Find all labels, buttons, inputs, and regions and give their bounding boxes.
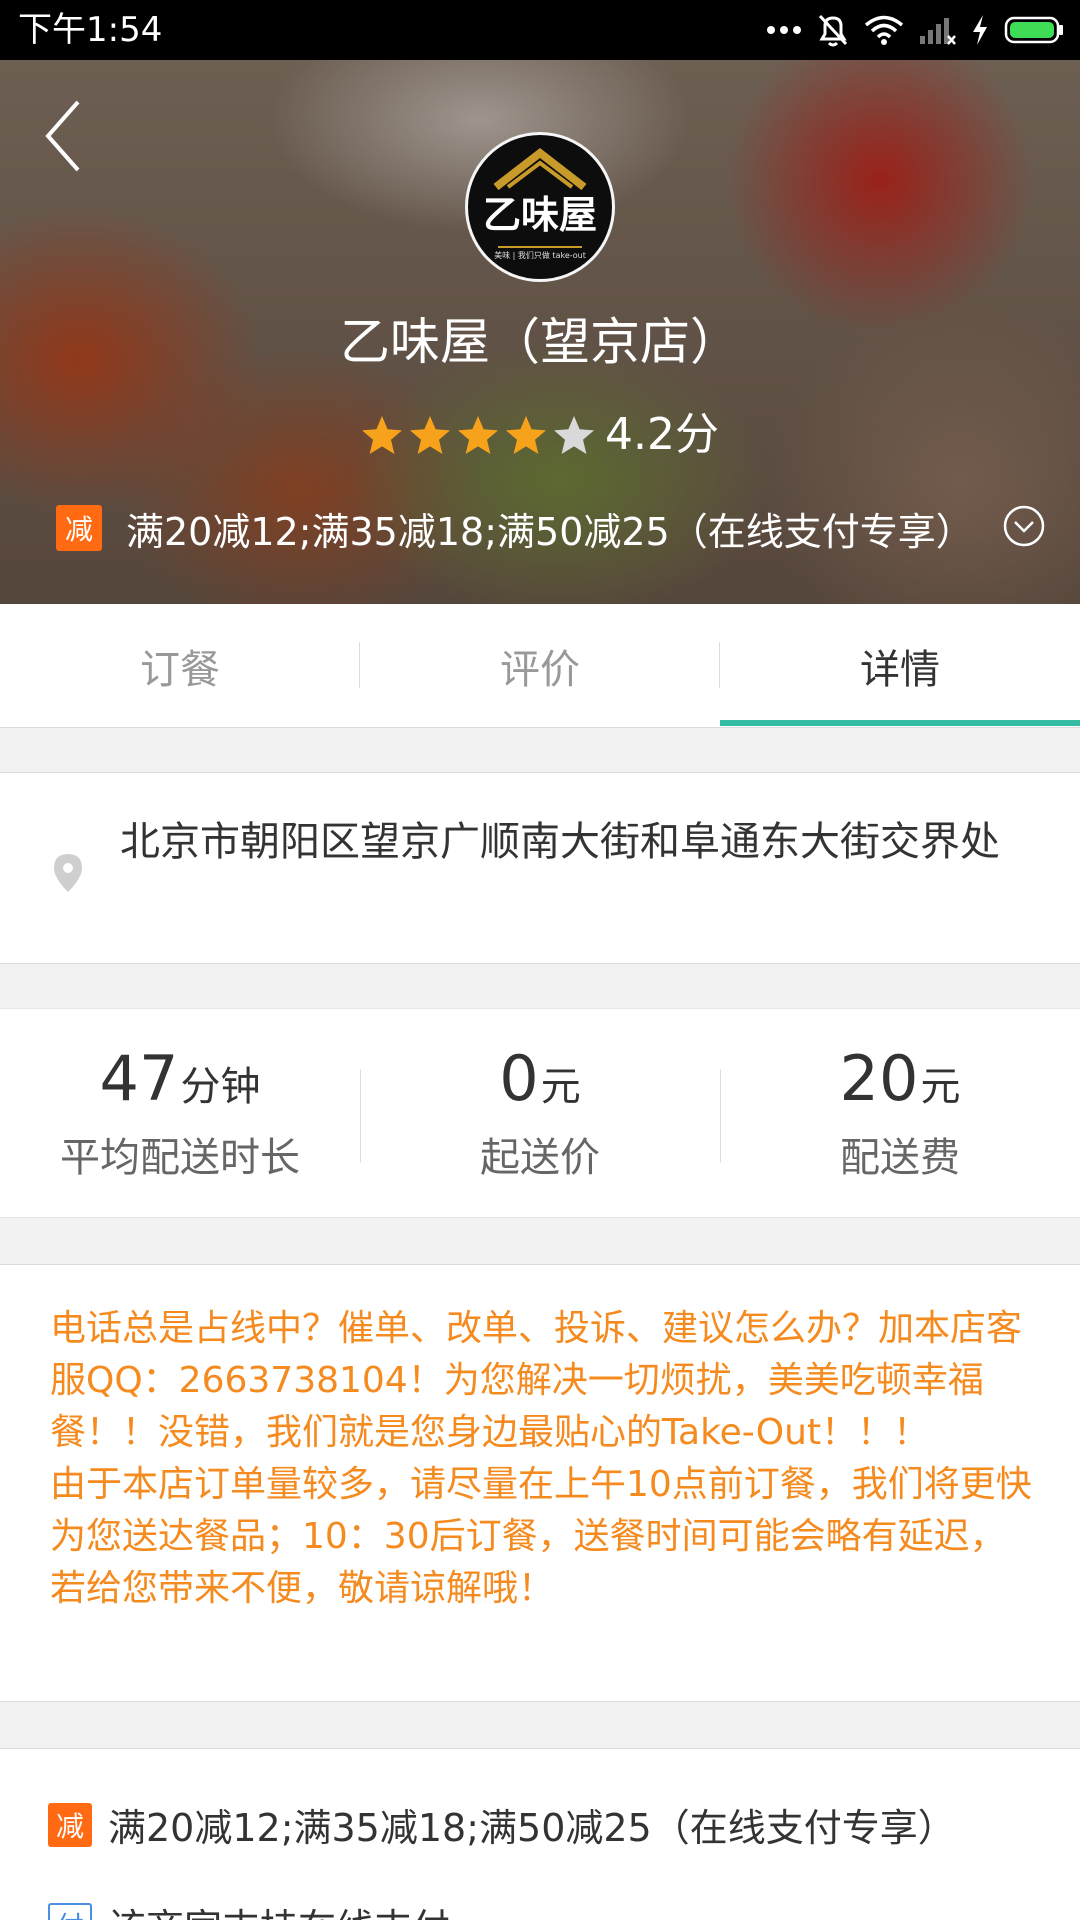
star-filled-icon	[506, 416, 546, 454]
stat-value: 47	[99, 1042, 179, 1115]
stat-value: 20	[839, 1042, 919, 1115]
stat-unit: 元	[540, 1064, 581, 1110]
stat-label: 平均配送时长	[60, 1135, 300, 1181]
activity-text: 该商家支持在线支付	[108, 1897, 450, 1920]
star-filled-icon	[410, 416, 450, 454]
stat-divider	[720, 1069, 721, 1163]
store-detail-page: 下午1:54 乙味屋 美味 | 我们只做 take-out 乙味屋（望京店） 4…	[0, 0, 1080, 1920]
store-name: 乙味屋（望京店）	[340, 313, 740, 371]
tab-bar: 订餐 评价 详情	[0, 604, 1080, 728]
battery-icon	[1004, 16, 1063, 44]
notice-text: 电话总是占线中？催单、改单、投诉、建议怎么办？加本店客服QQ：266373810…	[50, 1308, 1032, 1609]
address-card[interactable]: 北京市朝阳区望京广顺南大街和阜通东大街交界处	[0, 772, 1080, 964]
stat-divider	[360, 1069, 361, 1163]
delivery-stats: 47 分钟 平均配送时长 0 元 起送价 20 元 配送费	[0, 1008, 1080, 1218]
star-filled-icon	[362, 416, 402, 454]
more-dots-icon	[767, 26, 801, 34]
pay-badge: 付	[48, 1902, 92, 1920]
status-time: 下午1:54	[18, 10, 163, 50]
tab-order[interactable]: 订餐	[0, 604, 360, 727]
back-button[interactable]	[40, 96, 92, 176]
status-icons	[766, 10, 1064, 50]
location-pin-icon	[54, 854, 82, 892]
stat-unit: 元	[920, 1064, 961, 1110]
store-rating: 4.2分	[0, 410, 1080, 460]
tab-details[interactable]: 详情	[720, 604, 1080, 727]
status-bar: 下午1:54	[0, 0, 1080, 60]
star-empty-icon	[554, 416, 594, 454]
stat-delivery-fee: 20 元 配送费	[720, 1009, 1080, 1217]
active-tab-indicator	[720, 720, 1080, 726]
rating-score: 4.2分	[605, 409, 719, 460]
charging-icon	[973, 15, 987, 45]
tab-divider	[359, 642, 360, 688]
activity-discount: 减 满20减12;满35减18;满50减25（在线支付专享）	[48, 1797, 956, 1852]
star-filled-icon	[458, 416, 498, 454]
activity-text: 满20减12;满35减18;满50减25（在线支付专享）	[108, 1806, 956, 1850]
activity-online-payment: 付 该商家支持在线支付	[48, 1897, 450, 1920]
stat-unit: 分钟	[180, 1064, 261, 1110]
tab-divider	[719, 642, 720, 688]
chevron-down-icon[interactable]	[1002, 504, 1046, 548]
signal-icon	[920, 18, 956, 45]
store-logo: 乙味屋 美味 | 我们只做 take-out	[465, 132, 615, 282]
discount-badge: 减	[48, 1802, 92, 1847]
store-logo-text: 乙味屋	[482, 193, 597, 237]
promo-badge: 减	[56, 505, 102, 551]
store-header: 乙味屋 美味 | 我们只做 take-out 乙味屋（望京店） 4.2分 减 满…	[0, 60, 1080, 604]
promo-text: 满20减12;满35减18;满50减25（在线支付专享）	[126, 509, 974, 554]
store-activities: 减 满20减12;满35减18;满50减25（在线支付专享） 付 该商家支持在线…	[0, 1748, 1080, 1920]
tab-reviews[interactable]: 评价	[360, 604, 720, 727]
wifi-icon	[864, 15, 904, 45]
store-address: 北京市朝阳区望京广顺南大街和阜通东大街交界处	[120, 819, 1000, 865]
store-notice: 电话总是占线中？催单、改单、投诉、建议怎么办？加本店客服QQ：266373810…	[0, 1264, 1080, 1702]
stat-label: 起送价	[480, 1135, 600, 1181]
stat-value: 0	[499, 1042, 539, 1115]
rating-stars	[361, 414, 595, 456]
promo-banner[interactable]: 减 满20减12;满35减18;满50减25（在线支付专享）	[56, 500, 1046, 556]
stat-minimum-order: 0 元 起送价	[360, 1009, 720, 1217]
store-logo-tagline: 美味 | 我们只做 take-out	[494, 251, 586, 260]
stat-delivery-time: 47 分钟 平均配送时长	[0, 1009, 360, 1217]
mute-bell-icon	[818, 14, 848, 47]
stat-label: 配送费	[840, 1135, 960, 1181]
